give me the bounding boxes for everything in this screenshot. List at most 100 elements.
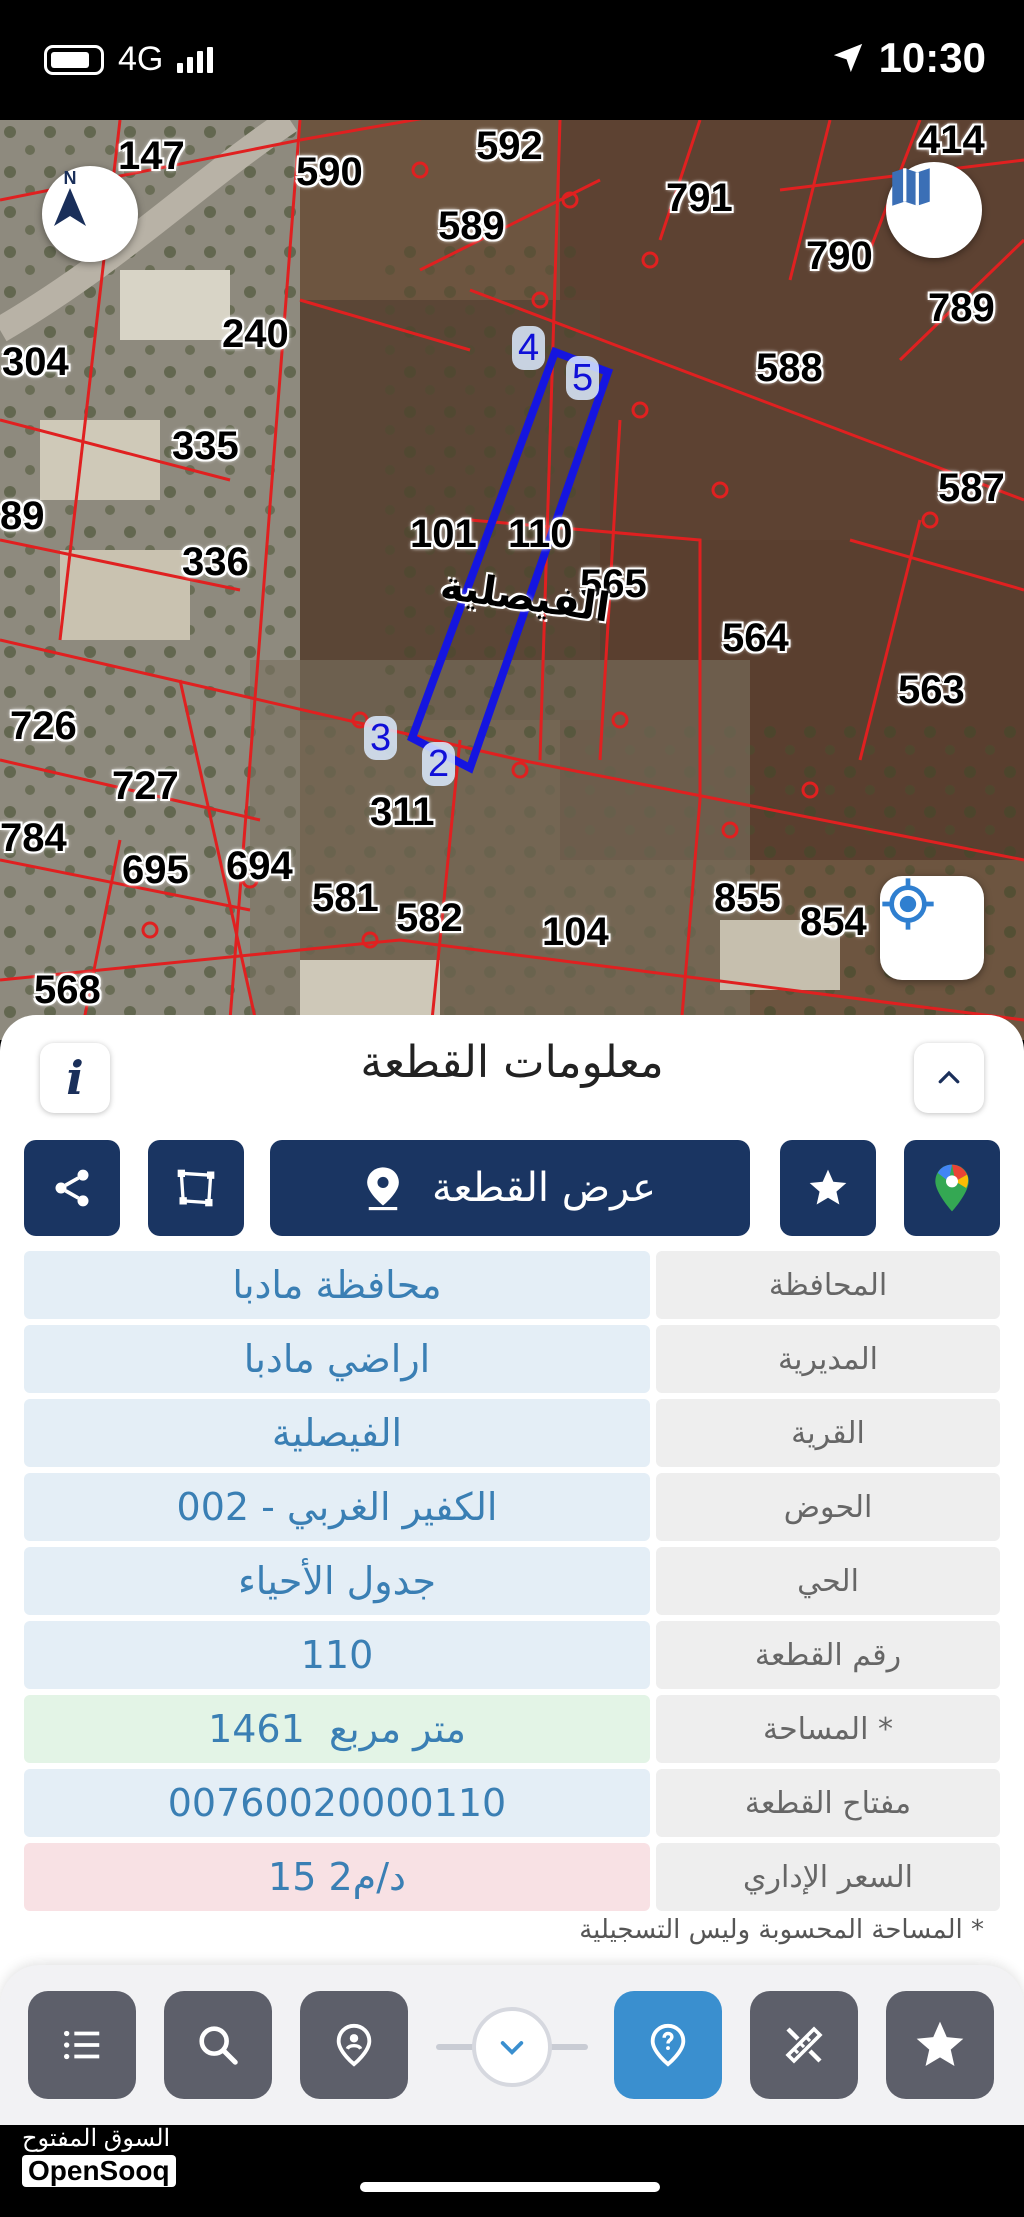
north-compass-button[interactable]: N: [42, 166, 138, 262]
boundary-button[interactable]: [148, 1140, 244, 1236]
collapse-button[interactable]: [914, 1043, 984, 1113]
layers-button[interactable]: [886, 162, 982, 258]
status-right: 10:30: [831, 34, 986, 82]
detail-row-area: 1461 متر مربع المساحة *: [24, 1695, 1000, 1763]
parcel-number: 694: [226, 844, 293, 888]
parcel-number: 790: [806, 234, 873, 278]
svg-text:N: N: [64, 168, 77, 188]
vertex-marker[interactable]: 4: [512, 326, 546, 370]
parcel-info-panel: i معلومات القطعة عرض القطعة محافظة مادبا…: [0, 1015, 1024, 2125]
network-label: 4G: [118, 40, 164, 78]
signal-icon: [177, 46, 214, 73]
question-pin-icon: [650, 2023, 686, 2067]
parcel-number: 104: [542, 910, 609, 954]
search-icon: [199, 2026, 238, 2065]
parcel-number: 582: [396, 896, 463, 940]
google-maps-button[interactable]: [904, 1140, 1000, 1236]
person-pin-icon: [336, 2023, 372, 2067]
detail-row-parcel-key: 00760020000110 مفتاح القطعة: [24, 1769, 1000, 1837]
bottom-toolbar: [0, 1965, 1024, 2125]
panel-header: i معلومات القطعة: [0, 1015, 1024, 1125]
parcel-number: 588: [756, 346, 823, 390]
compass-icon: N: [54, 168, 86, 226]
parcel-number: 240: [222, 312, 289, 356]
parcel-number: 581: [312, 876, 379, 920]
ruler-pencil-icon: [785, 2026, 823, 2064]
parcel-number: 590: [296, 150, 363, 194]
map-icon: [892, 168, 930, 206]
detail-row-village: الفيصلية القرية: [24, 1399, 1000, 1467]
vertex-marker[interactable]: 2: [422, 742, 456, 786]
parcel-number: 563: [898, 668, 965, 712]
parcel-number: 414: [918, 120, 985, 162]
parcel-number: 335: [172, 424, 239, 468]
vertex-marker[interactable]: 5: [566, 356, 600, 400]
parcel-number: 311: [370, 790, 435, 834]
action-row: عرض القطعة: [24, 1140, 1000, 1236]
location-pin-button[interactable]: [300, 1991, 408, 2099]
parcel-number: 101: [410, 512, 477, 556]
parcel-map[interactable]: 147 590 592 414 791 589 790 789 240 304 …: [0, 120, 1024, 1040]
share-button[interactable]: [24, 1140, 120, 1236]
locate-me-button[interactable]: [880, 876, 984, 980]
star-icon: [809, 1169, 847, 1205]
detail-value: 15 د/م2: [24, 1843, 650, 1911]
parcel-number: 110: [508, 512, 573, 556]
detail-value: اراضي مادبا: [24, 1325, 650, 1393]
home-indicator[interactable]: [360, 2182, 660, 2192]
detail-row-neighborhood: جدول الأحياء الحي: [24, 1547, 1000, 1615]
detail-value: 1461 متر مربع: [24, 1695, 650, 1763]
parcel-number: 564: [722, 616, 789, 660]
detail-value: 110: [24, 1621, 650, 1689]
expand-handle[interactable]: [472, 2007, 552, 2087]
parcel-number: 726: [10, 704, 77, 748]
locate-icon: [882, 878, 934, 930]
detail-value: الفيصلية: [24, 1399, 650, 1467]
status-bar: 4G 10:30: [0, 0, 1024, 120]
detail-value: 00760020000110: [24, 1769, 650, 1837]
parcel-number: 791: [666, 176, 733, 220]
detail-label: الحي: [656, 1547, 1000, 1615]
parcel-number: 336: [182, 540, 249, 584]
area-footnote: * المساحة المحسوبة وليس التسجيلية: [579, 1915, 984, 1945]
vertex-marker[interactable]: 3: [364, 716, 398, 760]
location-arrow-icon: [833, 43, 862, 73]
favorite-button[interactable]: [780, 1140, 876, 1236]
parcel-number: 568: [34, 968, 101, 1012]
status-left: 4G: [44, 40, 214, 79]
detail-label: مفتاح القطعة: [656, 1769, 1000, 1837]
help-button[interactable]: [614, 1991, 722, 2099]
favorites-button[interactable]: [886, 1991, 994, 2099]
share-icon: [55, 1169, 89, 1207]
detail-label: السعر الإداري: [656, 1843, 1000, 1911]
list-button[interactable]: [28, 1991, 136, 2099]
parcel-number: 695: [122, 848, 189, 892]
detail-label: القرية: [656, 1399, 1000, 1467]
detail-row-directorate: اراضي مادبا المديرية: [24, 1325, 1000, 1393]
google-maps-icon: [935, 1164, 969, 1212]
star-icon: [916, 2021, 964, 2066]
detail-row-admin-price: 15 د/م2 السعر الإداري: [24, 1843, 1000, 1911]
battery-icon: [44, 44, 104, 75]
chevron-up-icon: [938, 1070, 960, 1084]
parcel-number: 592: [476, 124, 543, 168]
parcel-details: محافظة مادبا المحافظة اراضي مادبا المدير…: [24, 1251, 1000, 1917]
detail-label: الحوض: [656, 1473, 1000, 1541]
detail-value: جدول الأحياء: [24, 1547, 650, 1615]
parcel-number: 589: [438, 204, 505, 248]
chevron-down-icon: [500, 2041, 524, 2055]
detail-value: محافظة مادبا: [24, 1251, 650, 1319]
parcel-number: 727: [112, 764, 179, 808]
parcel-number: 147: [118, 134, 185, 178]
search-button[interactable]: [164, 1991, 272, 2099]
detail-label: المحافظة: [656, 1251, 1000, 1319]
parcel-number: 587: [938, 466, 1005, 510]
list-icon: [63, 2030, 100, 2060]
view-parcel-label: عرض القطعة: [431, 1165, 657, 1211]
brand-arabic: السوق المفتوح: [22, 2125, 171, 2152]
polygon-icon: [177, 1169, 215, 1207]
measure-tools-button[interactable]: [750, 1991, 858, 2099]
parcel-number: 89: [0, 494, 45, 538]
view-parcel-button[interactable]: عرض القطعة: [270, 1140, 750, 1236]
detail-row-basin: الكفير الغربي - 002 الحوض: [24, 1473, 1000, 1541]
